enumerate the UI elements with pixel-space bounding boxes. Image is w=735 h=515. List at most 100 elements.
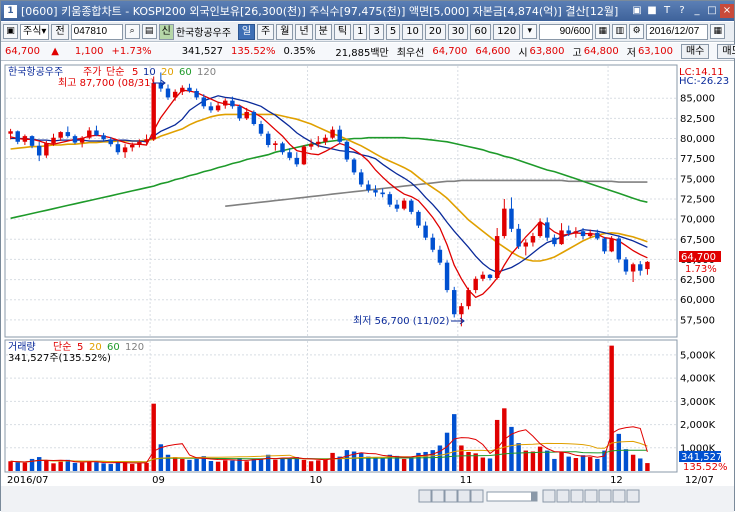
candle-body (280, 143, 285, 153)
candle-body (516, 228, 521, 247)
zoom-out-button[interactable] (542, 489, 556, 503)
crosshair-button[interactable] (598, 489, 612, 503)
candle-body (337, 129, 342, 142)
tab-tick[interactable]: 틱 (333, 23, 352, 40)
candle-body (316, 141, 321, 145)
type-select-value: 주식 (23, 25, 42, 37)
candle-body (22, 136, 28, 142)
minute-120[interactable]: 120 (493, 23, 521, 40)
volume-bar (330, 452, 335, 471)
title-bar: 1 [0600] 키움종합차트 - KOSPI200 외국인보유[26,300(… (1, 1, 734, 21)
chart-style-icon[interactable]: ▦ (595, 24, 611, 39)
text-icon[interactable]: T (660, 4, 674, 18)
stock-chart[interactable]: 85,000 82,500 80,000 77,500 75,000 72,500 70,0… (1, 62, 734, 512)
volume-bar (580, 455, 586, 471)
candle-body (94, 130, 99, 136)
close-button[interactable]: × (720, 4, 734, 18)
minute-5[interactable]: 5 (385, 23, 401, 40)
candle-body (487, 274, 493, 278)
volume-bar (552, 458, 557, 471)
minute-30[interactable]: 30 (447, 23, 469, 40)
scroll-stop-button[interactable] (444, 489, 458, 503)
volume: 341,527 (181, 46, 224, 57)
scroll-track[interactable] (486, 491, 538, 502)
volume-bar (258, 458, 264, 471)
low-price: 63,100 (637, 46, 673, 57)
last-pct-label: 1.73% (685, 264, 717, 275)
stop-icon[interactable]: ■ (645, 4, 659, 18)
volume-bar (94, 462, 99, 471)
zoom-in-button[interactable] (556, 489, 570, 503)
help-icon[interactable]: ? (675, 4, 689, 18)
chevron-down-icon: ▾ (41, 25, 47, 37)
grid-icon[interactable]: ▥ (612, 24, 628, 39)
volume-bar (58, 461, 63, 471)
candle-body (509, 208, 514, 229)
candle-body (294, 157, 300, 165)
buy-button[interactable]: 매수 (680, 44, 710, 59)
volume-bar (480, 457, 486, 471)
volume-bar (437, 445, 443, 471)
minute-20[interactable]: 20 (424, 23, 446, 40)
price-tick-label: 80,000 (680, 134, 715, 145)
volume-bar (180, 458, 185, 471)
volume-bar (172, 457, 178, 471)
minute-3[interactable]: 3 (369, 23, 384, 40)
minute-10[interactable]: 10 (402, 23, 423, 40)
chart-window: 1 [0600] 키움종합차트 - KOSPI200 외국인보유[26,300(… (0, 0, 735, 512)
lookup-icon[interactable]: ▤ (141, 24, 157, 39)
tab-week[interactable]: 주 (257, 23, 275, 40)
scroll-prev-button[interactable] (431, 489, 445, 503)
type-select[interactable]: 주식 ▾ (20, 23, 50, 40)
candle-body (187, 87, 192, 91)
tab-minute[interactable]: 분 (314, 23, 332, 40)
tab-day[interactable]: 일 (237, 23, 256, 40)
prev-button[interactable]: 전 (51, 23, 69, 40)
minute-60[interactable]: 60 (470, 23, 492, 40)
minimize-button[interactable]: _ (690, 4, 704, 18)
tab-month[interactable]: 월 (276, 23, 294, 40)
volume-bar (137, 463, 142, 471)
tab-year[interactable]: 년 (295, 23, 313, 40)
candle-body (265, 133, 271, 145)
candle-body (308, 144, 314, 147)
candle-body (65, 132, 71, 137)
scroll-first-button[interactable] (418, 489, 432, 503)
screen-icon[interactable]: ▣ (630, 4, 644, 18)
count-input[interactable] (539, 23, 594, 40)
sell-button[interactable]: 매도 (717, 44, 735, 59)
code-input[interactable] (70, 23, 123, 40)
date-input[interactable] (646, 23, 709, 40)
chevron-down-icon[interactable]: ▾ (522, 24, 538, 39)
candle-body (616, 238, 622, 260)
zoom-reset-button[interactable] (570, 489, 584, 503)
print-button[interactable] (612, 489, 626, 503)
view-toggle-button[interactable] (584, 489, 598, 503)
scroll-last-button[interactable] (470, 489, 484, 503)
candle-body (380, 192, 385, 195)
export-button[interactable] (626, 489, 640, 503)
volume-bar (265, 454, 271, 471)
volume-bar (494, 419, 500, 471)
scroll-next-button[interactable] (457, 489, 471, 503)
gear-icon[interactable]: ⚙ (629, 24, 645, 39)
layout-icon[interactable]: ▣ (3, 24, 18, 39)
search-icon[interactable]: ⌕ (124, 24, 140, 39)
candle-body (237, 106, 242, 119)
volume-bar (487, 458, 493, 471)
candle-body (137, 141, 142, 145)
maximize-button[interactable]: □ (705, 4, 719, 18)
candle-body (151, 82, 156, 140)
candle-body (122, 147, 128, 153)
vol-legend-ma5: 5 (77, 342, 83, 353)
volume-bar (609, 345, 614, 471)
minute-1[interactable]: 1 (353, 23, 368, 40)
volume-bar (645, 463, 650, 471)
candle-body (409, 200, 414, 212)
calendar-icon[interactable]: ▦ (710, 24, 726, 39)
volume-bar (65, 459, 71, 471)
volume-bar (194, 458, 199, 471)
candle-body (452, 290, 457, 315)
candle-body (130, 144, 135, 148)
scroll-thumb[interactable] (531, 492, 537, 501)
